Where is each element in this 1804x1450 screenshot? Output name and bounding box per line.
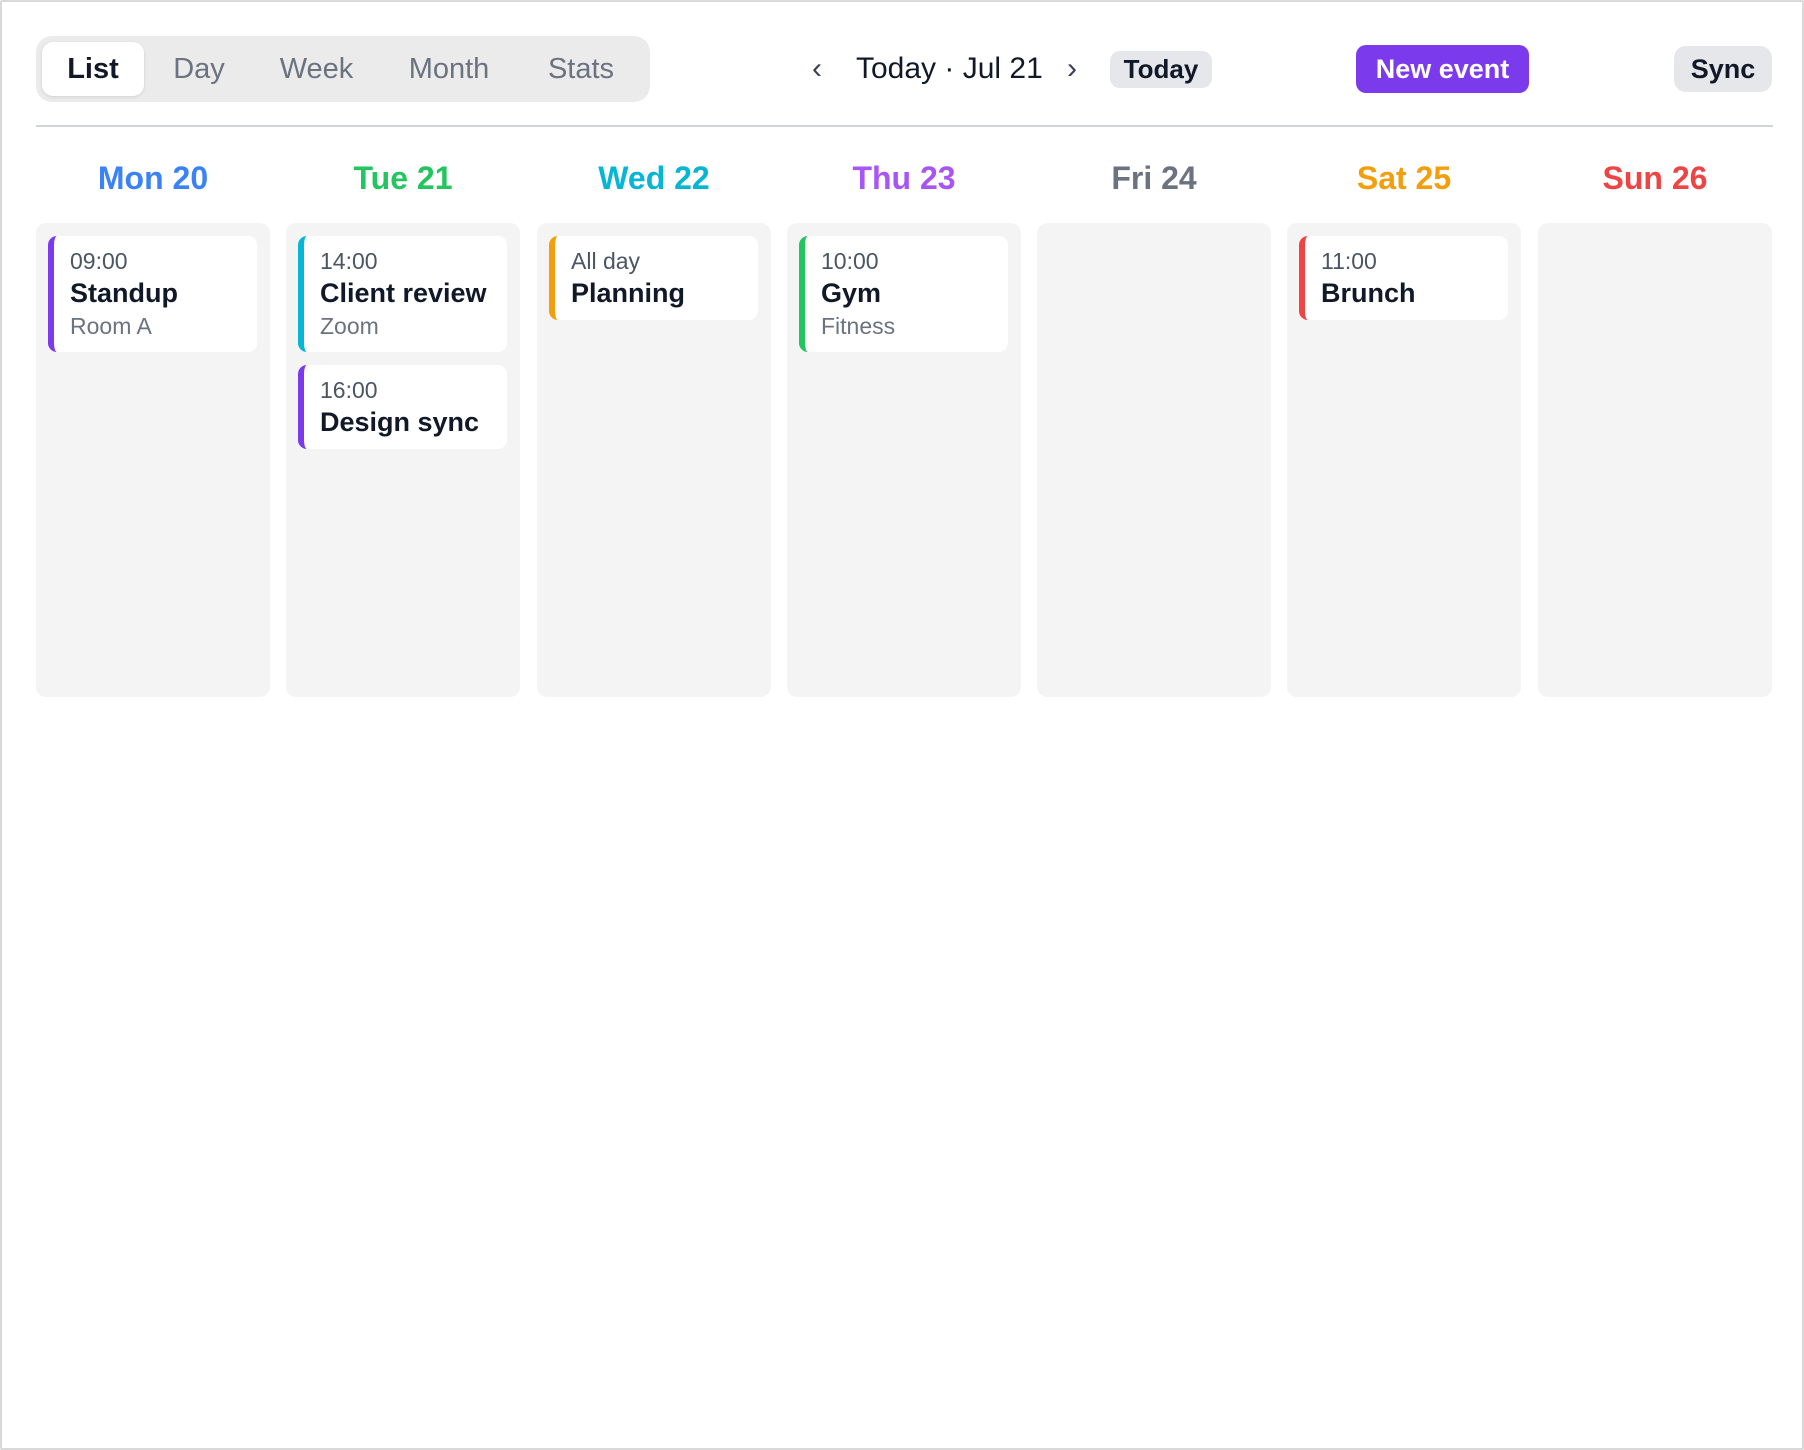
tab-day[interactable]: Day (144, 42, 254, 96)
day-events[interactable]: All day Planning (537, 223, 771, 697)
day-column-wed: Wed 22 All day Planning (537, 152, 771, 697)
day-column-tue: Tue 21 14:00 Client review Zoom 16:00 De… (286, 152, 520, 697)
day-header: Sun 26 (1602, 159, 1708, 196)
day-events[interactable]: 10:00 Gym Fitness (787, 223, 1021, 697)
event-card[interactable]: 16:00 Design sync (298, 365, 507, 449)
day-header: Thu 23 (852, 159, 956, 196)
toolbar-divider (36, 125, 1773, 127)
event-time: 11:00 (1321, 248, 1377, 274)
event-time: 09:00 (70, 248, 128, 274)
day-header: Wed 22 (598, 159, 710, 196)
chevron-right-icon[interactable]: › (1057, 48, 1087, 90)
event-card[interactable]: All day Planning (549, 236, 758, 320)
day-events[interactable] (1538, 223, 1772, 697)
event-title: Design sync (320, 407, 480, 437)
event-location: Fitness (821, 313, 896, 339)
event-location: Room A (70, 313, 152, 339)
day-column-fri: Fri 24 (1037, 152, 1271, 697)
current-date-label: Today · Jul 21 (856, 52, 1043, 85)
day-column-sat: Sat 25 11:00 Brunch (1287, 152, 1521, 697)
day-column-mon: Mon 20 09:00 Standup Room A (36, 152, 270, 697)
event-time: All day (571, 248, 641, 274)
day-column-thu: Thu 23 10:00 Gym Fitness (787, 152, 1021, 697)
tab-list[interactable]: List (42, 42, 144, 96)
view-switcher: List Day Week Month Stats (36, 36, 650, 102)
today-button[interactable]: Today (1110, 51, 1212, 88)
event-title: Client review (320, 278, 487, 308)
event-title: Planning (571, 278, 685, 308)
day-header: Mon 20 (97, 159, 209, 196)
day-header: Sat 25 (1356, 159, 1452, 196)
event-title: Gym (821, 278, 882, 308)
day-events[interactable]: 09:00 Standup Room A (36, 223, 270, 697)
tab-week[interactable]: Week (254, 42, 379, 96)
event-card[interactable]: 14:00 Client review Zoom (298, 236, 507, 352)
event-card[interactable]: 10:00 Gym Fitness (799, 236, 1008, 352)
day-header: Tue 21 (353, 159, 453, 196)
event-time: 10:00 (821, 248, 879, 274)
event-title: Brunch (1321, 278, 1416, 308)
toolbar: List Day Week Month Stats ‹ Today · Jul … (36, 36, 1773, 102)
sync-button[interactable]: Sync (1674, 46, 1772, 92)
event-location: Zoom (320, 313, 379, 339)
chevron-left-icon[interactable]: ‹ (802, 48, 832, 90)
day-header: Fri 24 (1111, 159, 1197, 196)
new-event-button[interactable]: New event (1356, 45, 1529, 93)
event-card[interactable]: 09:00 Standup Room A (48, 236, 257, 352)
event-time: 14:00 (320, 248, 378, 274)
day-events[interactable]: 11:00 Brunch (1287, 223, 1521, 697)
tab-month[interactable]: Month (379, 42, 519, 96)
event-time: 16:00 (320, 377, 378, 403)
tab-stats[interactable]: Stats (519, 42, 643, 96)
event-title: Standup (70, 278, 178, 308)
day-column-sun: Sun 26 (1538, 152, 1772, 697)
calendar-window: List Day Week Month Stats ‹ Today · Jul … (0, 0, 1804, 1450)
day-events[interactable] (1037, 223, 1271, 697)
day-events[interactable]: 14:00 Client review Zoom 16:00 Design sy… (286, 223, 520, 697)
event-card[interactable]: 11:00 Brunch (1299, 236, 1508, 320)
